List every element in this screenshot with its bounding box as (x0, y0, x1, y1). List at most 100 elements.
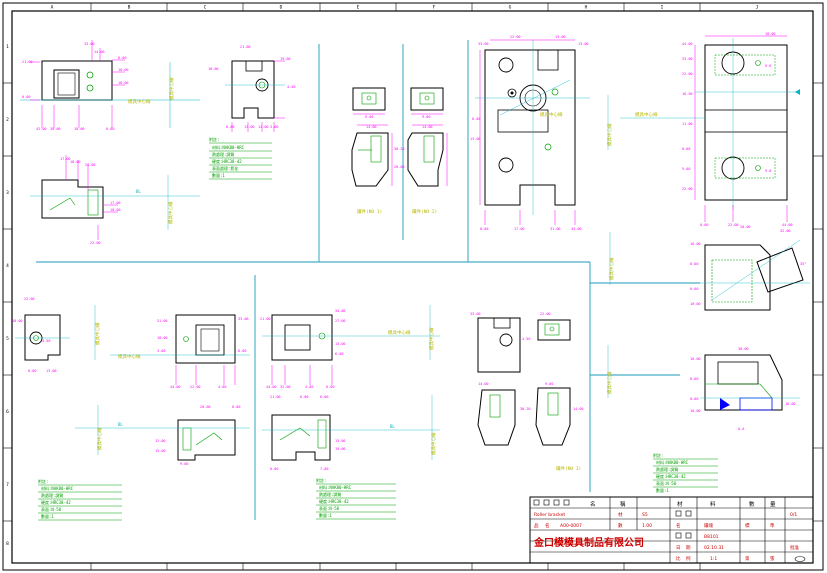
svg-text:19.00: 19.00 (335, 447, 346, 451)
label-mold-center: 模具中心線 (428, 327, 435, 350)
svg-text:8.00: 8.00 (238, 349, 246, 353)
row-label: 4 (6, 263, 9, 269)
note-line: 表面:N-50 (319, 505, 340, 511)
svg-text:18.00: 18.00 (118, 81, 129, 85)
note-line: 硬度:HRC38-42 (319, 498, 349, 504)
tb-cell: 材 (677, 500, 683, 508)
label-mold-center: 模具中心線 (430, 432, 437, 455)
svg-text:0.00: 0.00 (690, 397, 698, 401)
svg-text:9.00: 9.00 (682, 167, 690, 171)
label-mold-center: 模具中心線 (608, 257, 615, 280)
row-label: 5 (6, 336, 9, 342)
note-line: 表面:N-50 (41, 506, 62, 512)
label-mold-center: 模具中心線 (540, 111, 563, 118)
note-line: 熱處理:調質 (41, 492, 63, 498)
note-block-3: 附註: 材料:NAK80-HRC 熱處理:調質 硬度:HRC38-42 表面:N… (316, 477, 396, 520)
tb-std-value: 準 (770, 522, 775, 529)
svg-text:0.00: 0.00 (480, 227, 488, 231)
svg-text:33.00: 33.00 (238, 317, 249, 321)
label-mold-center: 模具中心線 (96, 427, 103, 450)
svg-text:16.50: 16.50 (682, 92, 693, 96)
svg-text:14.00: 14.00 (422, 125, 433, 129)
svg-text:9.00: 9.00 (422, 115, 430, 119)
svg-text:22.00: 22.00 (682, 187, 693, 191)
title-block: 名 稱 材 料 數 量 Roller bracket 材 S5 品 名 A00-… (529, 496, 814, 564)
svg-text:22.00: 22.00 (540, 312, 551, 316)
tb-sheet-label: 第 (745, 555, 750, 562)
row-label: 6 (6, 409, 9, 415)
note-block-1: 附註: 材料:NAK80-HRC 熱處理:調質 硬度:HRC38-42 表面處理… (209, 136, 272, 180)
svg-text:10.00: 10.00 (765, 32, 776, 36)
svg-text:A-A: A-A (738, 427, 745, 431)
tb-sheet-value: 張 (770, 556, 775, 562)
svg-text:0.00: 0.00 (682, 147, 690, 151)
svg-text:16.00: 16.00 (690, 242, 701, 246)
svg-text:30.20: 30.20 (394, 147, 405, 151)
note-line: 熱處理:調質 (656, 466, 678, 472)
svg-text:44.00: 44.00 (170, 385, 181, 389)
svg-text:0.00: 0.00 (28, 369, 36, 373)
svg-text:21.00: 21.00 (22, 60, 33, 64)
note-line: 材料:NAK80-HRC (212, 144, 245, 150)
col-label: A (51, 5, 54, 11)
tb-cell: 料 (710, 500, 716, 508)
svg-text:22.00: 22.00 (24, 297, 35, 301)
svg-text:7.00: 7.00 (320, 467, 328, 471)
col-label: H (585, 5, 588, 11)
row-label: 1 (6, 44, 9, 50)
view-dividers (36, 40, 700, 520)
svg-text:8.00: 8.00 (690, 377, 698, 381)
svg-text:8.00: 8.00 (690, 262, 698, 266)
svg-text:BL: BL (390, 424, 395, 429)
svg-text:0.00: 0.00 (690, 287, 698, 291)
svg-text:14.00: 14.00 (573, 407, 584, 411)
svg-text:11.00: 11.00 (682, 122, 693, 126)
tb-rev: 0/1 (790, 512, 797, 518)
tb-std-label: 標 (745, 522, 750, 529)
svg-text:33.00: 33.00 (84, 42, 95, 46)
note-line: 數量:1 (319, 512, 332, 518)
svg-text:14.00: 14.00 (258, 125, 269, 129)
note-title: 附註: (316, 477, 326, 483)
company-name: 金口模模具制品有限公司 (533, 536, 644, 549)
col-label: B (128, 5, 131, 11)
svg-text:0.00: 0.00 (326, 385, 334, 389)
svg-text:32.00: 32.00 (780, 229, 791, 233)
svg-text:18.00: 18.00 (74, 127, 85, 131)
svg-text:10.00: 10.00 (208, 67, 219, 71)
svg-text:9.00: 9.00 (180, 462, 188, 466)
note-line: 硬度:HRC38-42 (212, 158, 242, 164)
note-title: 附註: (209, 136, 219, 142)
note-line: 硬度:HRC38-42 (656, 473, 686, 479)
tb-name-label: 名 (676, 522, 681, 529)
svg-text:0.00: 0.00 (22, 95, 30, 99)
col-label: D (280, 5, 283, 11)
svg-text:44.00: 44.00 (266, 385, 277, 389)
svg-text:BL: BL (136, 189, 141, 194)
label-mold-center: 模具中心線 (606, 123, 613, 146)
svg-text:22.00: 22.00 (728, 223, 739, 227)
note-block-4: 附註: 材料:NAK80-HRC 熱處理:調質 硬度:HRC38-42 表面:N… (653, 452, 718, 493)
svg-text:33.00: 33.00 (470, 312, 481, 316)
svg-text:8.00: 8.00 (118, 56, 126, 60)
svg-text:13.00: 13.00 (335, 342, 346, 346)
note-line: 材料:NAK80-HRC (41, 485, 74, 491)
note-title: 附註: (653, 452, 663, 458)
tb-qty-value: 1.00 (642, 523, 652, 529)
tb-cell: 名 (590, 500, 596, 508)
svg-text:10.00: 10.00 (110, 208, 121, 212)
svg-text:18.00: 18.00 (70, 160, 81, 164)
svg-text:3.00: 3.00 (157, 349, 165, 353)
tb-date-value: 02.10.31 (704, 545, 724, 551)
view-right-top-plate: 模具中心線 模具中心線 44.00 33.00 22.00 16.50 11.00 0.… (606, 32, 800, 227)
col-label: C (204, 5, 207, 11)
svg-text:10.00: 10.00 (690, 409, 701, 413)
svg-text:13.00: 13.00 (578, 42, 589, 46)
tb-cell: 量 (770, 501, 776, 508)
row-label: 8 (6, 541, 9, 547)
view-bottom-center-1: 模具中心線 模具中心線 34.00 27.00 13.00 6.00 21.00 44.… (260, 305, 440, 389)
note-line: 數量:1 (656, 487, 669, 493)
svg-text:21.00: 21.00 (270, 395, 281, 399)
svg-text:16.00: 16.00 (785, 402, 796, 406)
svg-text:10.00: 10.00 (157, 336, 168, 340)
